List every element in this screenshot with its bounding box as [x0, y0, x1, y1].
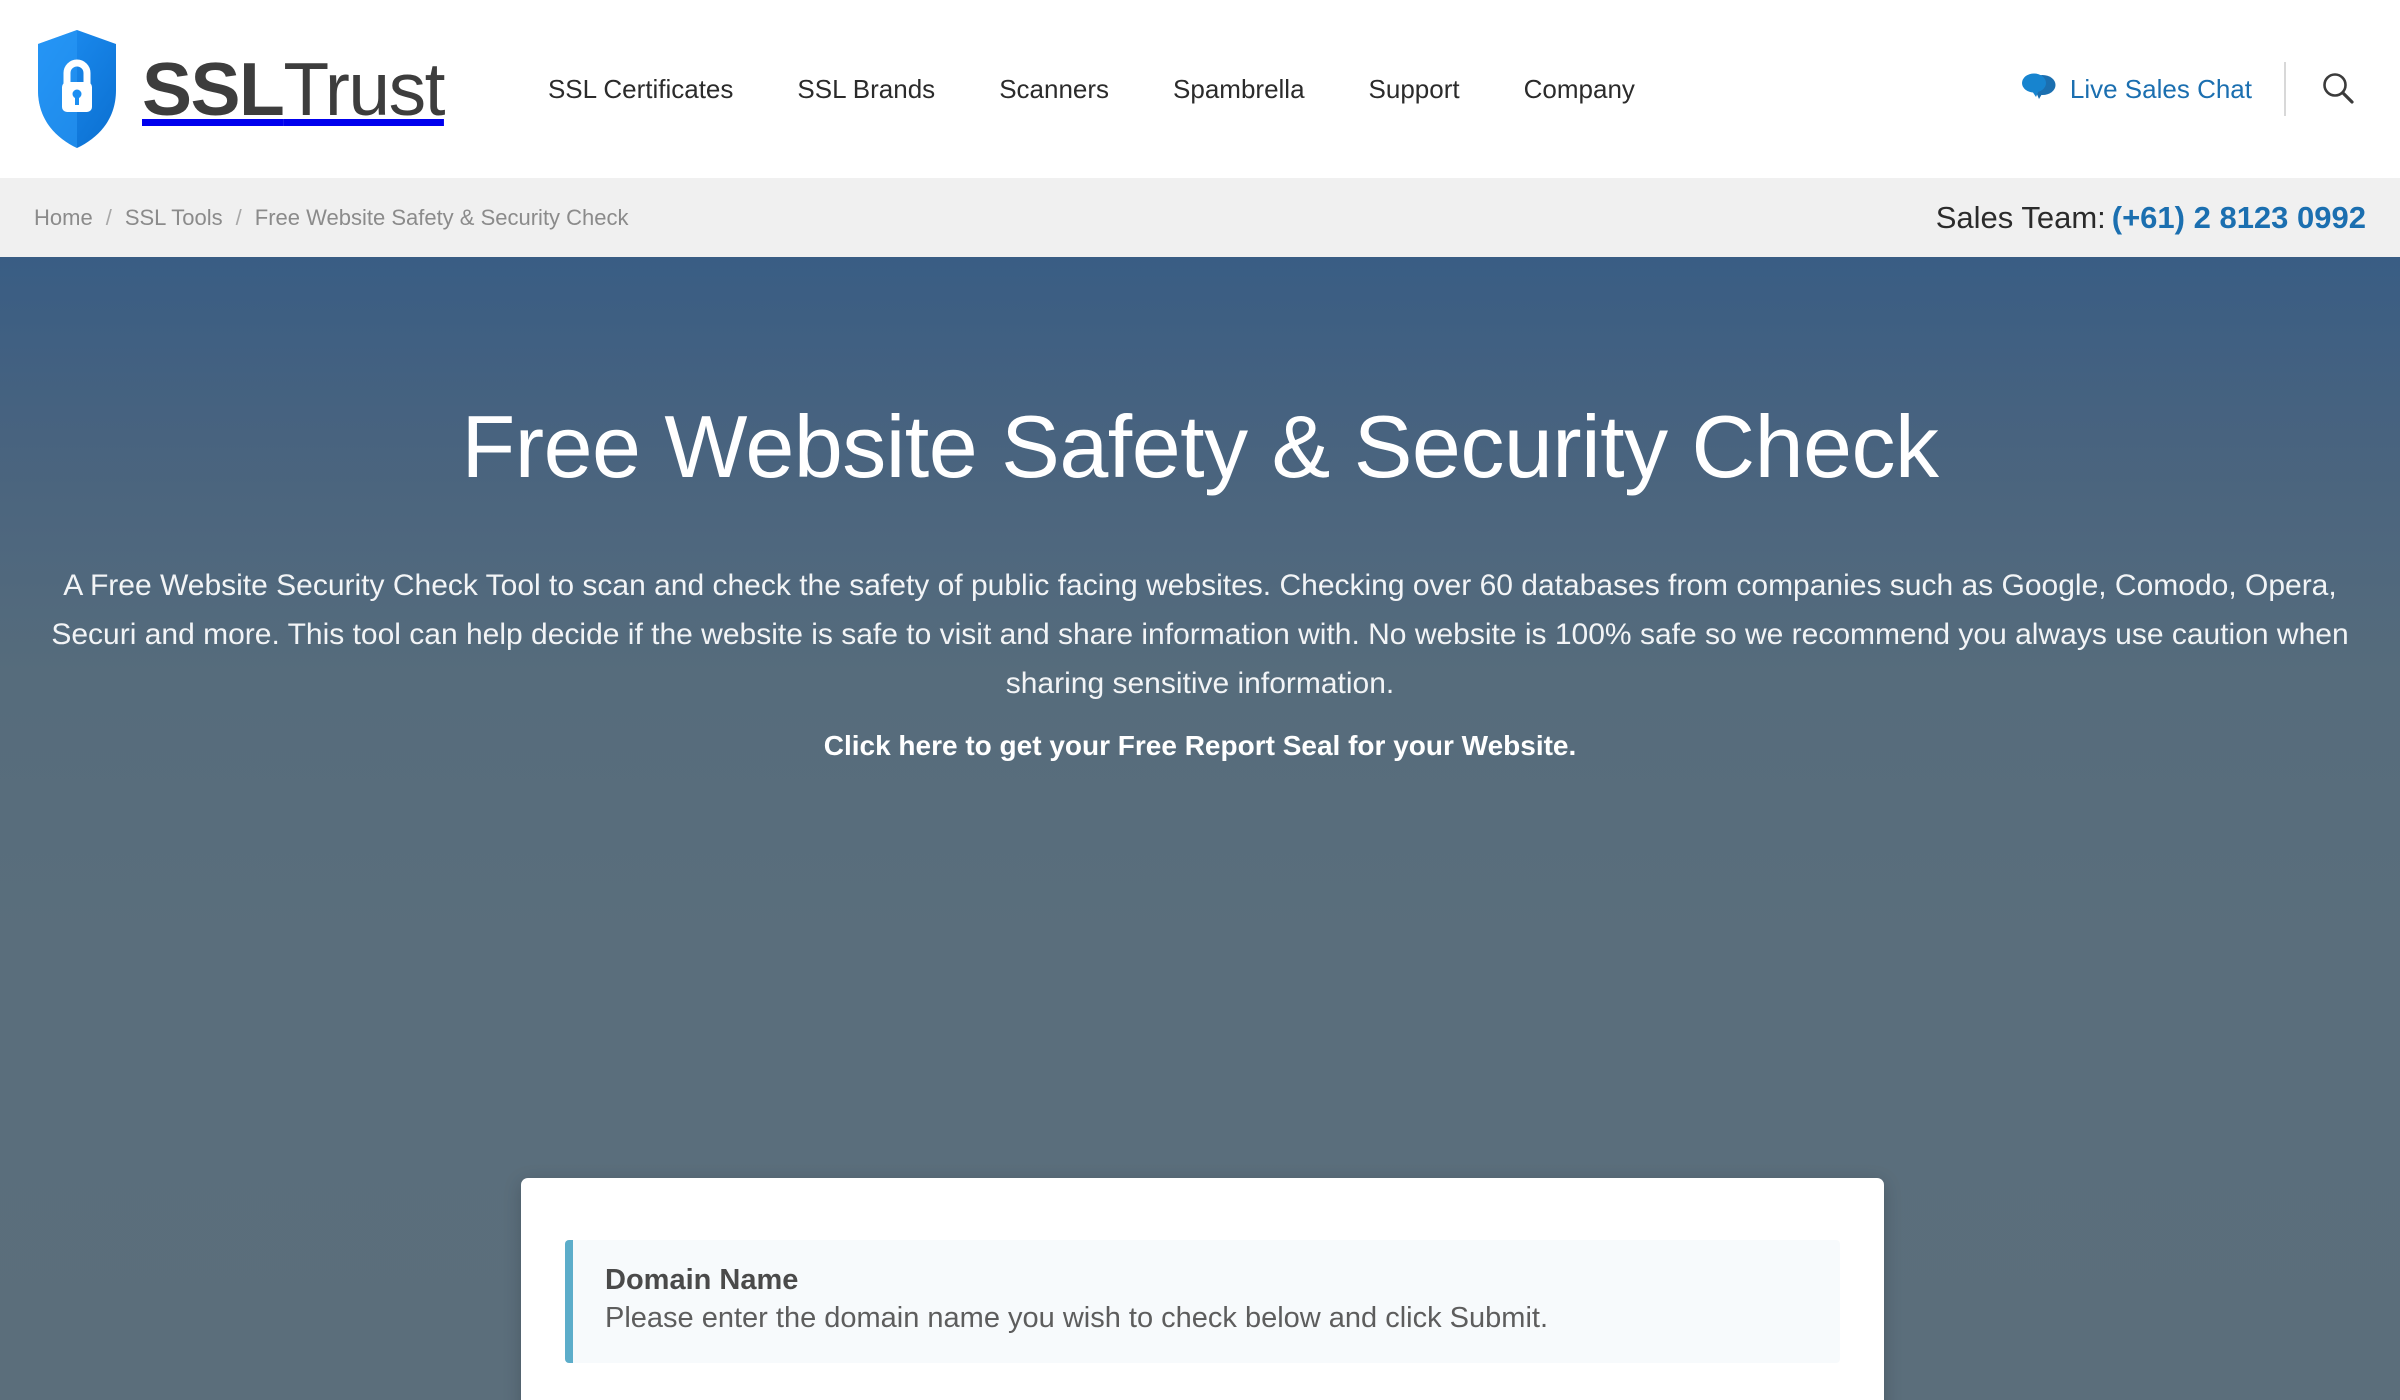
alert-description: Please enter the domain name you wish to…: [605, 1302, 1548, 1334]
nav-item-spambrella[interactable]: Spambrella: [1141, 64, 1337, 115]
breadcrumb-item-ssl-tools[interactable]: SSL Tools: [125, 205, 223, 231]
breadcrumb-item-current: Free Website Safety & Security Check: [254, 204, 629, 230]
live-sales-chat-label: Live Sales Chat: [2069, 73, 2252, 104]
sales-team-contact: Sales Team: (+61) 2 8123 0992: [1936, 200, 2366, 236]
sales-team-label: Sales Team:: [1935, 199, 2106, 235]
domain-check-form: Domain Submit →: [565, 1363, 1840, 1400]
domain-name-alert: Domain Name Please enter the domain name…: [565, 1240, 1840, 1363]
brand-wordmark: SSL Trust: [142, 46, 445, 131]
main-navigation: SSL Certificates SSL Brands Scanners Spa…: [516, 64, 1667, 115]
breadcrumb: Home / SSL Tools / Free Website Safety &…: [34, 205, 629, 231]
nav-item-ssl-certificates[interactable]: SSL Certificates: [516, 64, 765, 115]
nav-item-scanners[interactable]: Scanners: [967, 64, 1141, 115]
breadcrumb-separator: /: [235, 204, 242, 230]
brand-name-bold: SSL: [142, 46, 285, 131]
breadcrumb-item-home[interactable]: Home: [34, 205, 93, 231]
page-title: Free Website Safety & Security Check: [461, 397, 1939, 496]
hero-description: A Free Website Security Check Tool to sc…: [51, 568, 2349, 700]
nav-item-company[interactable]: Company: [1492, 64, 1667, 115]
brand-name-light: Trust: [283, 46, 445, 131]
shield-lock-icon: [34, 28, 120, 150]
sales-phone-link[interactable]: (+61) 2 8123 0992: [2112, 200, 2366, 235]
header-utilities: Live Sales Chat: [2021, 0, 2366, 178]
hero-section: Free Website Safety & Security Check A F…: [0, 257, 2400, 1400]
search-icon: [2320, 70, 2356, 109]
report-seal-link[interactable]: Click here to get your Free Report Seal …: [824, 730, 1577, 761]
search-button[interactable]: [2286, 70, 2366, 109]
nav-item-ssl-brands[interactable]: SSL Brands: [765, 64, 967, 115]
breadcrumb-bar: Home / SSL Tools / Free Website Safety &…: [0, 178, 2400, 257]
site-header: SSL Trust SSL Certificates SSL Brands Sca…: [0, 0, 2400, 178]
nav-item-support[interactable]: Support: [1337, 64, 1492, 115]
alert-title: Domain Name: [605, 1264, 799, 1296]
live-sales-chat-link[interactable]: Live Sales Chat: [2021, 72, 2284, 107]
domain-check-card: Domain Name Please enter the domain name…: [521, 1178, 1884, 1400]
report-seal-cta: Click here to get your Free Report Seal …: [0, 708, 2400, 762]
chat-bubbles-icon: [2021, 72, 2056, 107]
logo-link[interactable]: SSL Trust: [34, 28, 445, 150]
breadcrumb-separator: /: [105, 204, 112, 230]
